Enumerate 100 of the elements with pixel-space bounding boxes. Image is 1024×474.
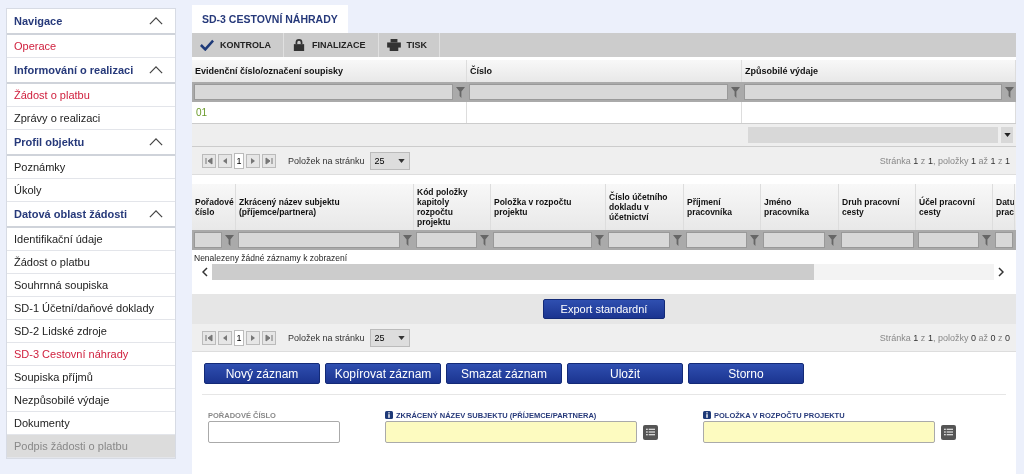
checkmark-icon (200, 39, 214, 51)
page-size-label: Položek na stránku (288, 155, 365, 166)
triangle-right-icon (249, 333, 257, 342)
chevron-up-icon[interactable] (149, 17, 163, 25)
filter-field[interactable] (995, 232, 1013, 248)
next-page-button[interactable] (246, 153, 260, 168)
list-icon (944, 427, 953, 436)
input-field[interactable] (208, 421, 340, 443)
filter-field[interactable] (918, 232, 979, 248)
page-number-field[interactable]: 1 (234, 329, 244, 346)
sidebar-item[interactable]: Soupiska příjmů (7, 366, 175, 389)
sidebar-item[interactable]: Žádost o platbu (7, 84, 175, 107)
triangle-right-icon (249, 156, 257, 165)
list-icon (646, 427, 655, 436)
sidebar-item[interactable]: SD-3 Cestovní náhrady (7, 343, 175, 366)
chevron-up-icon[interactable] (149, 138, 163, 146)
lock-icon (292, 39, 306, 51)
caret-icon (1003, 133, 1011, 137)
previous-page-button[interactable] (218, 153, 232, 168)
printer-icon (386, 39, 401, 51)
filter-field[interactable] (493, 232, 592, 248)
filter-icon[interactable] (595, 234, 604, 246)
next-page-button[interactable] (246, 330, 260, 345)
caret-icon (397, 335, 405, 340)
action-button[interactable]: Uložit (567, 363, 683, 384)
filter-field[interactable] (469, 84, 728, 100)
input-field[interactable] (703, 421, 935, 443)
filter-field[interactable] (238, 232, 400, 248)
dropdown-button[interactable] (1001, 127, 1013, 143)
sidebar-item[interactable]: Operace (7, 35, 175, 58)
page-status: Stránka 1 z 1, položky 1 až 1 z 1 (879, 155, 1010, 166)
toolbar-button[interactable]: FINALIZACE (284, 33, 379, 57)
scroll-right-icon[interactable] (998, 267, 1004, 277)
filter-field[interactable] (194, 84, 453, 100)
action-button[interactable]: Kopírovat záznam (325, 363, 441, 384)
action-button[interactable]: Nový záznam (204, 363, 320, 384)
triangle-left-icon (221, 333, 229, 342)
sidebar-item[interactable]: Poznámky (7, 156, 175, 179)
input-field[interactable] (385, 421, 637, 443)
last-page-icon (265, 156, 273, 165)
chevron-up-icon[interactable] (149, 210, 163, 218)
list-button[interactable] (941, 424, 956, 440)
chevron-up-icon[interactable] (149, 66, 163, 74)
sidebar-item[interactable]: Úkoly (7, 179, 175, 202)
page-status: Stránka 1 z 1, položky 0 až 0 z 0 (879, 332, 1010, 343)
filter-icon[interactable] (982, 234, 991, 246)
filter-field[interactable] (686, 232, 747, 248)
toolbar-button[interactable]: KONTROLA (192, 33, 284, 57)
filter-icon[interactable] (225, 234, 234, 246)
previous-page-button[interactable] (218, 330, 232, 345)
filter-icon[interactable] (403, 234, 412, 246)
last-page-button[interactable] (262, 153, 276, 168)
triangle-left-icon (221, 156, 229, 165)
page-number-field[interactable]: 1 (234, 152, 244, 169)
filter-icon[interactable] (480, 234, 489, 246)
filter-field[interactable] (608, 232, 670, 248)
sidebar-item[interactable]: Žádost o platbu (7, 251, 175, 274)
info-icon (703, 411, 711, 419)
action-button[interactable]: Smazat záznam (446, 363, 562, 384)
first-page-icon (205, 333, 213, 342)
filter-field[interactable] (763, 232, 825, 248)
last-page-icon (265, 333, 273, 342)
tab[interactable]: SD-3 CESTOVNÍ NÁHRADY (192, 5, 348, 33)
sidebar-section-header[interactable]: Navigace (14, 15, 63, 27)
filter-icon[interactable] (673, 234, 682, 246)
sidebar-item[interactable]: Souhrnná soupiska (7, 274, 175, 297)
empty-table-message: Nenalezeny žádné záznamy k zobrazení (193, 252, 349, 264)
filter-icon[interactable] (731, 86, 740, 98)
sidebar-item[interactable]: SD-1 Účetní/daňové doklady (7, 297, 175, 320)
action-button[interactable]: Storno (688, 363, 804, 384)
toolbar-button[interactable]: TISK (378, 33, 440, 57)
export-button[interactable]: Export standardní (542, 299, 666, 319)
sidebar-section-header[interactable]: Profil objektu (14, 136, 85, 148)
filter-icon[interactable] (1005, 86, 1014, 98)
first-page-button[interactable] (202, 153, 216, 168)
sidebar-item[interactable]: Nezpůsobilé výdaje (7, 389, 175, 412)
list-button[interactable] (643, 424, 658, 440)
sidebar-item[interactable]: SD-2 Lidské zdroje (7, 320, 175, 343)
page-size-dropdown[interactable]: 25 (369, 328, 410, 347)
sidebar-item[interactable]: Identifikační údaje (7, 228, 175, 251)
filter-icon[interactable] (828, 234, 837, 246)
caret-icon (397, 158, 405, 163)
page-size-dropdown[interactable]: 25 (369, 151, 410, 170)
scrollbar-track[interactable] (212, 264, 994, 280)
sidebar-section-header[interactable]: Informování o realizaci (14, 64, 134, 76)
filter-field[interactable] (841, 232, 914, 248)
sidebar-item[interactable]: Zprávy o realizaci (7, 107, 175, 130)
filter-field[interactable] (194, 232, 222, 248)
first-page-button[interactable] (202, 330, 216, 345)
sidebar-section-header[interactable]: Datová oblast žádosti (14, 208, 128, 220)
filter-field[interactable] (744, 84, 1002, 100)
last-page-button[interactable] (262, 330, 276, 345)
filter-icon[interactable] (456, 86, 465, 98)
page-size-label: Položek na stránku (288, 332, 365, 343)
first-page-icon (205, 156, 213, 165)
filter-icon[interactable] (750, 234, 759, 246)
scroll-left-icon[interactable] (202, 267, 208, 277)
info-icon (385, 411, 393, 419)
filter-field[interactable] (416, 232, 477, 248)
table-cell: 01 (192, 102, 467, 123)
